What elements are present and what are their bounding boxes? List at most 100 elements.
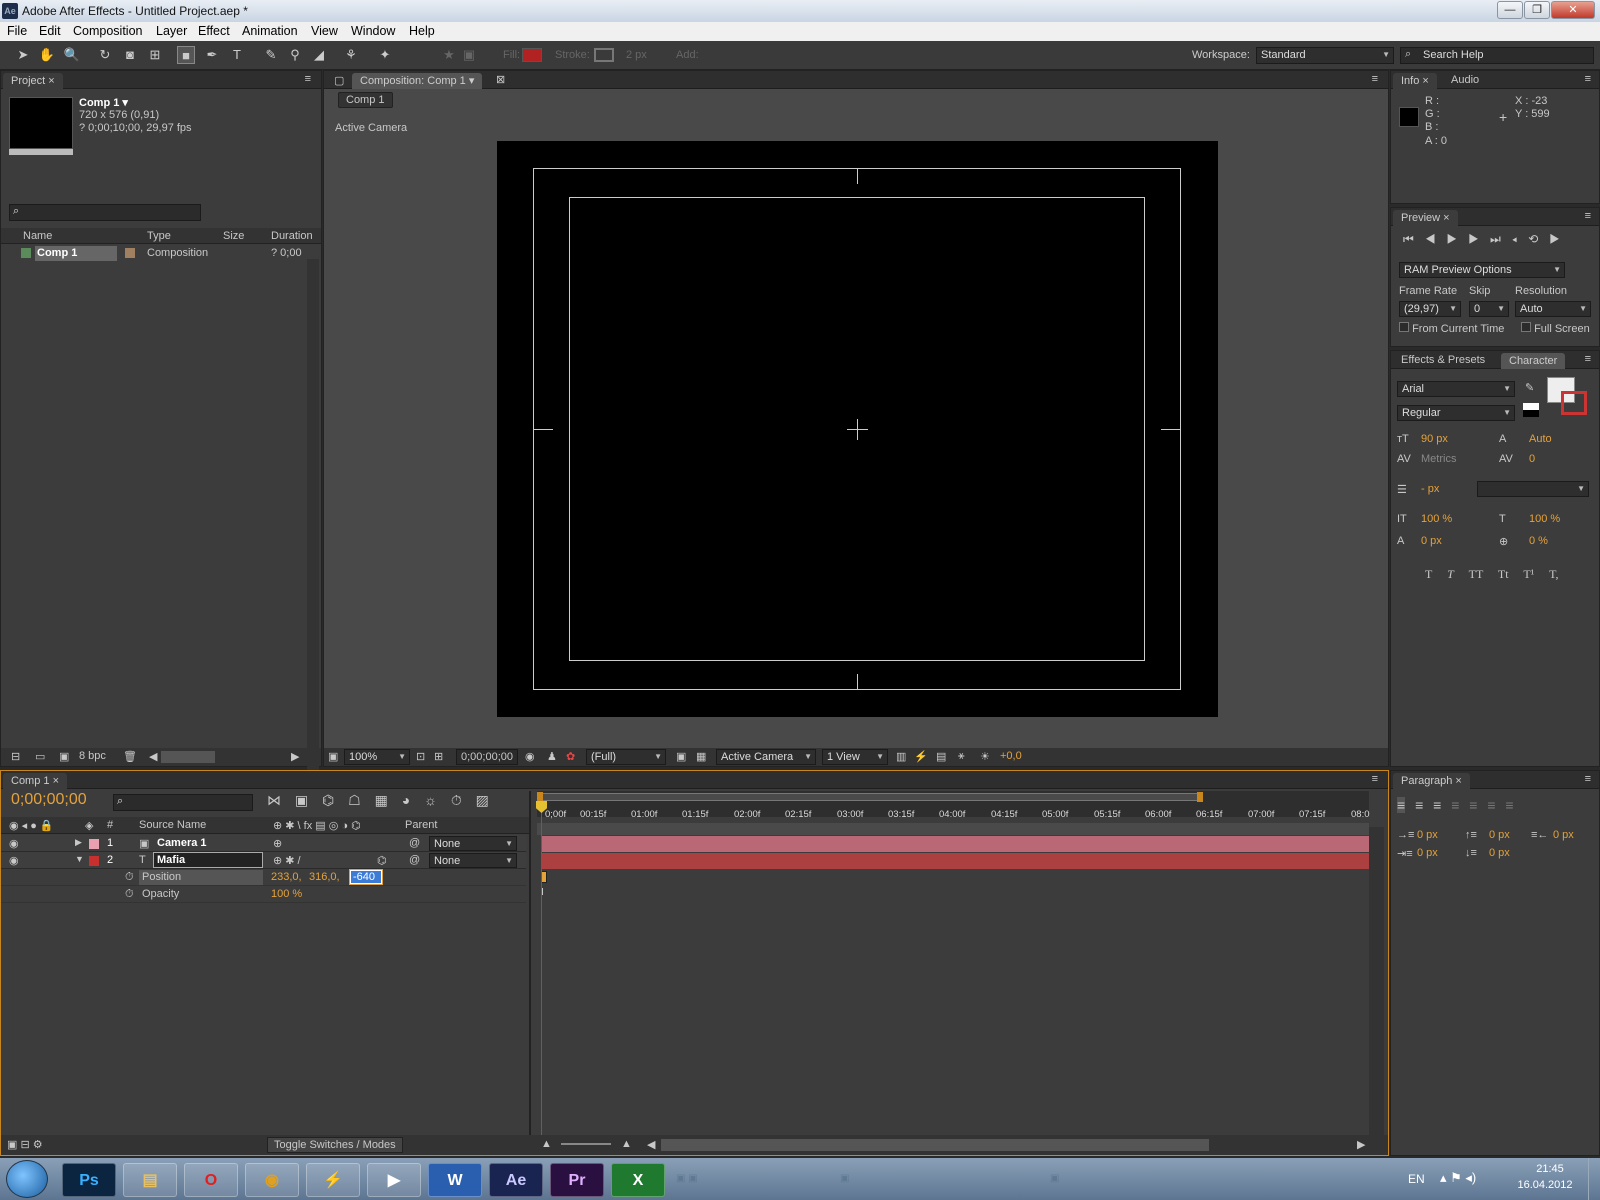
opacity-value[interactable]: 100 %: [271, 888, 302, 900]
parent-pickwhip-icon[interactable]: @: [409, 854, 420, 866]
comp-breadcrumb[interactable]: Comp 1: [338, 92, 393, 108]
timeline-h-scrollbar[interactable]: [661, 1139, 1209, 1151]
layer-name[interactable]: Camera 1: [157, 837, 207, 849]
exposure-icon[interactable]: ☀: [980, 750, 990, 763]
shy-switch-icon[interactable]: ⊕: [273, 837, 282, 850]
panel-menu-icon[interactable]: ≡: [305, 73, 311, 85]
menu-file[interactable]: File: [7, 24, 27, 38]
font-size-value[interactable]: 90 px: [1421, 433, 1448, 445]
magnification-select[interactable]: 100%: [344, 749, 410, 765]
visibility-icon[interactable]: ◉: [9, 837, 19, 850]
taskbar-chrome-icon[interactable]: ◉: [245, 1163, 299, 1197]
work-area-start-handle[interactable]: [537, 792, 543, 802]
stopwatch-icon[interactable]: ⏱: [125, 871, 134, 884]
safe-zones-icon[interactable]: ⊞: [434, 750, 443, 763]
taskbar-after-effects[interactable]: Ae: [489, 1163, 543, 1197]
previous-frame-icon[interactable]: ◀: [1425, 232, 1447, 246]
brush-tool-icon[interactable]: ✎: [262, 46, 280, 64]
time-ruler[interactable]: 0;00f 00:15f 01:00f 01:15f 02:00f 02:15f 03:00…: [537, 809, 1370, 823]
panel-menu-icon[interactable]: ≡: [1585, 210, 1591, 222]
tray-icons[interactable]: ▴ ⚑ ◂): [1440, 1170, 1476, 1186]
panel-menu-icon[interactable]: ≡: [1585, 73, 1591, 85]
taskbar-word[interactable]: W: [428, 1163, 482, 1197]
scroll-left-icon[interactable]: ◀: [149, 750, 157, 763]
all-caps-button[interactable]: TT: [1469, 567, 1483, 581]
project-scrollbar[interactable]: [307, 259, 319, 819]
space-after-value[interactable]: 0 px: [1489, 847, 1510, 859]
taskbar-winamp-icon[interactable]: ⚡: [306, 1163, 360, 1197]
parent-pickwhip-icon[interactable]: @: [409, 837, 420, 849]
hide-shy-icon[interactable]: ☖: [348, 792, 361, 808]
roto-brush-tool-icon[interactable]: ⚘: [342, 46, 360, 64]
current-time-field[interactable]: 0;00;00;00: [456, 749, 518, 765]
layer-duration-bar[interactable]: [541, 836, 1369, 852]
taskbar-ghost-window-icon[interactable]: ▣: [840, 1167, 990, 1191]
start-button[interactable]: [6, 1160, 48, 1198]
opacity-label[interactable]: Opacity: [142, 888, 179, 900]
menu-effect[interactable]: Effect: [198, 24, 230, 38]
faux-bold-button[interactable]: T: [1425, 567, 1432, 581]
type-tool-icon[interactable]: T: [228, 46, 246, 64]
from-current-time-checkbox[interactable]: From Current Time: [1399, 322, 1504, 335]
collapse-arrow-icon[interactable]: ▼: [75, 854, 84, 864]
justify-right-icon[interactable]: ≡: [1487, 797, 1495, 813]
resolution-select[interactable]: Auto: [1515, 301, 1591, 317]
scroll-right-icon[interactable]: ▶: [291, 750, 299, 763]
taskbar-excel[interactable]: X: [611, 1163, 665, 1197]
zoom-slider[interactable]: [561, 1143, 611, 1145]
leading-value[interactable]: Auto: [1529, 433, 1552, 445]
puppet-tool-icon[interactable]: ✦: [376, 46, 394, 64]
layer-duration-bar[interactable]: [541, 853, 1369, 869]
indent-right-value[interactable]: 0 px: [1553, 829, 1574, 841]
panel-menu-icon[interactable]: ≡: [1372, 73, 1378, 85]
flowchart-icon[interactable]: ⚹: [958, 750, 965, 763]
play-icon[interactable]: ▶: [1447, 232, 1469, 246]
zoom-in-icon[interactable]: ▲: [621, 1138, 632, 1150]
draft-3d-icon[interactable]: ⌬: [322, 792, 334, 808]
transparency-grid-icon[interactable]: ▦: [696, 750, 706, 763]
new-comp-icon[interactable]: ▣: [59, 750, 69, 763]
search-help-input[interactable]: Search Help: [1400, 47, 1594, 64]
taskbar-ghost-window-icon[interactable]: ▣: [1050, 1167, 1200, 1191]
visibility-icon[interactable]: ◉: [9, 854, 19, 867]
always-preview-icon[interactable]: ▣: [328, 750, 338, 763]
kerning-value[interactable]: Metrics: [1421, 453, 1456, 465]
fast-preview-icon[interactable]: ⚡: [914, 750, 928, 763]
panel-menu-icon[interactable]: ≡: [1585, 353, 1591, 365]
col-duration[interactable]: Duration: [271, 230, 313, 242]
col-name[interactable]: Name: [23, 230, 52, 242]
lock-icon[interactable]: ▢: [334, 74, 344, 87]
parent-select[interactable]: None: [429, 853, 517, 868]
timeline-icon[interactable]: ▤: [936, 750, 946, 763]
close-button[interactable]: ✕: [1551, 1, 1595, 19]
resolution-select[interactable]: (Full): [586, 749, 666, 765]
taskbar-ghost-window-icon[interactable]: ▣ ▣: [676, 1167, 826, 1191]
font-family-select[interactable]: Arial: [1397, 381, 1515, 397]
next-frame-icon[interactable]: ▶: [1468, 232, 1490, 246]
skip-select[interactable]: 0: [1469, 301, 1509, 317]
region-icon[interactable]: ▣: [676, 750, 686, 763]
justify-center-icon[interactable]: ≡: [1469, 797, 1477, 813]
baseline-shift-value[interactable]: 0 px: [1421, 535, 1442, 547]
scroll-right-icon[interactable]: ▶: [1357, 1138, 1365, 1151]
project-item-row[interactable]: Comp 1 Composition ? 0;00: [1, 245, 307, 262]
label-color-swatch[interactable]: [89, 856, 99, 866]
horizontal-scrollbar[interactable]: [161, 751, 215, 763]
exposure-value[interactable]: +0,0: [1000, 750, 1022, 762]
language-indicator[interactable]: EN: [1408, 1172, 1425, 1186]
position-label[interactable]: Position: [139, 870, 263, 885]
stroke-color-swatch[interactable]: [1561, 391, 1587, 415]
layer-name-input[interactable]: Mafia: [153, 852, 263, 868]
position-y-value[interactable]: 316,0,: [309, 871, 340, 883]
bpc-label[interactable]: 8 bpc: [79, 750, 106, 762]
fit-icon[interactable]: ⊡: [416, 750, 425, 763]
selection-tool-icon[interactable]: ➤: [14, 46, 32, 64]
menu-layer[interactable]: Layer: [156, 24, 187, 38]
trash-icon[interactable]: 🗑: [123, 750, 137, 763]
full-screen-checkbox[interactable]: Full Screen: [1521, 322, 1590, 335]
superscript-button[interactable]: T¹: [1523, 567, 1534, 581]
position-x-value[interactable]: 233,0,: [271, 871, 302, 883]
tab-info[interactable]: Info ×: [1393, 73, 1437, 89]
taskbar-premiere[interactable]: Pr: [550, 1163, 604, 1197]
position-z-input[interactable]: -640: [349, 869, 383, 885]
